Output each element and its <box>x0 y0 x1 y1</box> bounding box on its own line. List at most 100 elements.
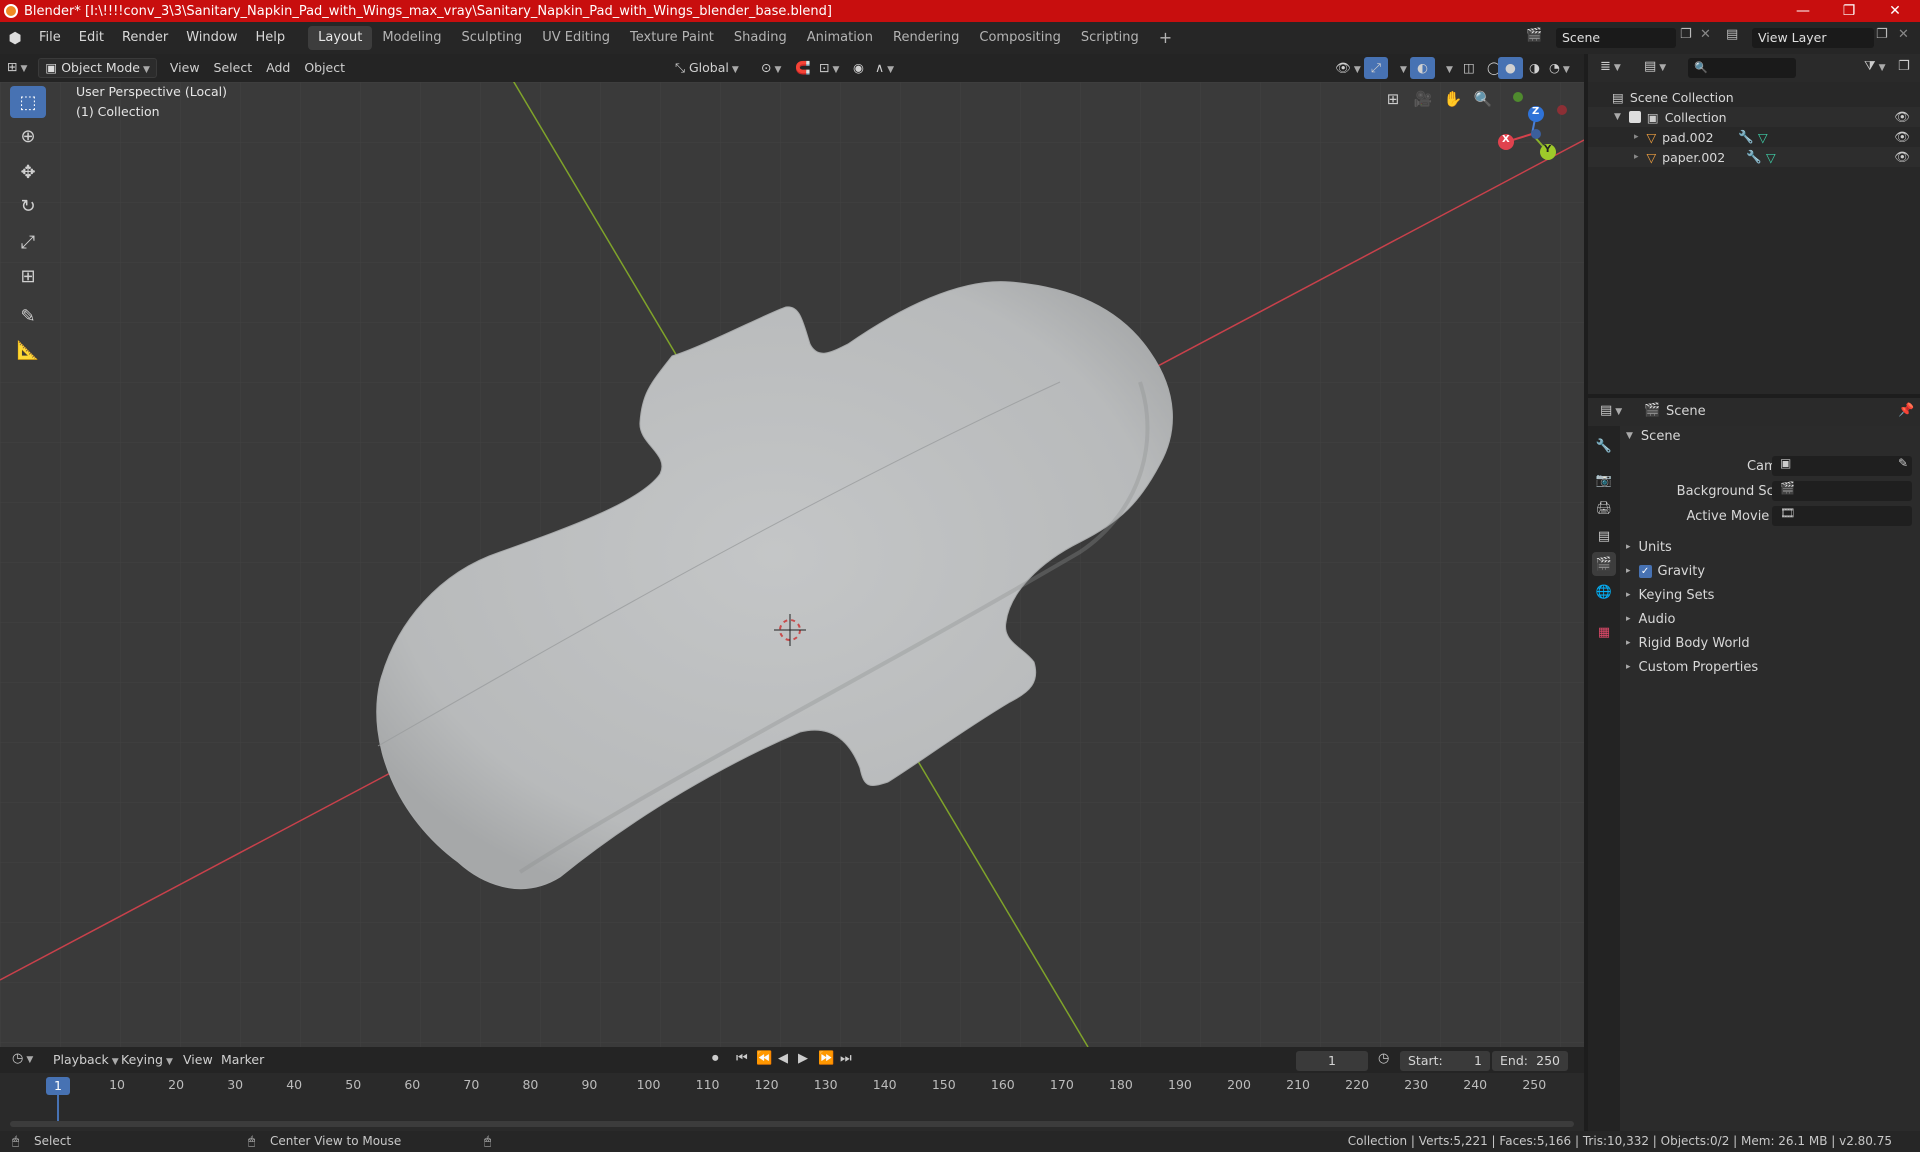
collection-expand-icon[interactable]: ▼ <box>1614 112 1621 122</box>
transform-tool-icon[interactable]: ⊞ <box>10 260 46 292</box>
audio-panel-header[interactable]: ▸ Audio <box>1622 607 1918 631</box>
annotate-tool-icon[interactable]: ✎ <box>10 300 46 332</box>
keying-menu[interactable]: Keying ▼ <box>114 1047 180 1075</box>
menu-help[interactable]: Help <box>247 22 295 54</box>
display-mode-icon[interactable]: ▤ ▼ <box>1644 59 1666 74</box>
scale-tool-icon[interactable]: ⤢ <box>10 226 46 258</box>
move-tool-icon[interactable]: ✥ <box>10 156 46 188</box>
end-frame-field[interactable]: End: 250 <box>1492 1051 1568 1071</box>
menu-file[interactable]: File <box>30 22 70 54</box>
camera-field[interactable]: ▣ ✎ <box>1772 456 1912 476</box>
menu-add[interactable]: Add <box>259 55 297 81</box>
rendered-shading-icon[interactable]: ◔ ▼ <box>1542 55 1577 83</box>
tab-texture-paint[interactable]: Texture Paint <box>620 26 724 50</box>
snap-target-icon[interactable]: ⊡ ▼ <box>812 55 846 83</box>
expand-icon[interactable]: ▸ <box>1634 132 1639 142</box>
jump-end-icon[interactable]: ⏭ <box>840 1051 852 1066</box>
delete-view-layer-icon[interactable]: ✕ <box>1898 27 1909 42</box>
menu-render[interactable]: Render <box>113 22 177 54</box>
outliner-row-scene-collection[interactable]: ▤ Scene Collection <box>1588 87 1920 107</box>
world-tab-icon[interactable]: 🌐 <box>1592 580 1616 604</box>
pivot-icon[interactable]: ⊙ ▼ <box>754 55 788 83</box>
properties-editor-type-icon[interactable]: ▤ ▼ <box>1600 403 1622 418</box>
timeline-editor-type-icon[interactable]: ◷ ▼ <box>12 1051 33 1066</box>
playhead-marker[interactable]: 1 <box>46 1077 70 1095</box>
custom-properties-panel-header[interactable]: ▸ Custom Properties <box>1622 655 1918 679</box>
tab-scripting[interactable]: Scripting <box>1071 26 1149 50</box>
scene-icon[interactable]: 🎬 <box>1526 28 1542 43</box>
visibility-icon[interactable]: 👁 ▼ <box>1328 55 1368 83</box>
tab-sculpting[interactable]: Sculpting <box>451 26 532 50</box>
select-box-tool-icon[interactable]: ⬚ <box>10 86 46 118</box>
current-frame-field[interactable]: 1 <box>1296 1051 1368 1071</box>
pan-hand-icon[interactable]: ✋ <box>1440 86 1466 112</box>
outliner-row-collection[interactable]: ▼ ▣ Collection 👁 <box>1588 107 1920 127</box>
rotate-tool-icon[interactable]: ↻ <box>10 190 46 222</box>
jump-keyframe-back-icon[interactable]: ⏪ <box>756 1051 772 1066</box>
cursor-tool-icon[interactable]: ⊕ <box>10 120 46 152</box>
tab-layout[interactable]: Layout <box>308 26 373 50</box>
units-panel-header[interactable]: ▸ Units <box>1622 535 1918 559</box>
background-scene-field[interactable]: 🎬 <box>1772 481 1912 501</box>
orientation-dropdown[interactable]: ⤡ Global ▼ <box>668 55 746 83</box>
falloff-icon[interactable]: ∧ ▼ <box>868 55 901 83</box>
editor-type-icon[interactable]: ⊞ ▼ <box>0 54 34 82</box>
record-icon[interactable]: ⏺ <box>712 1051 719 1066</box>
active-movie-clip-field[interactable]: 🎞 <box>1772 506 1912 526</box>
tab-uv-editing[interactable]: UV Editing <box>532 26 620 50</box>
outliner-row-paper[interactable]: ▸ ▽ paper.002 🔧 ▽ 👁 <box>1588 147 1920 167</box>
delete-scene-icon[interactable]: ✕ <box>1700 27 1711 42</box>
outliner-search-input[interactable]: 🔍 <box>1688 58 1796 78</box>
jump-keyframe-forward-icon[interactable]: ⏩ <box>818 1051 834 1066</box>
marker-menu[interactable]: Marker <box>214 1047 271 1073</box>
tab-shading[interactable]: Shading <box>724 26 797 50</box>
menu-window[interactable]: Window <box>177 22 246 54</box>
solid-shading-icon[interactable]: ● <box>1498 57 1523 79</box>
blender-menu-icon[interactable]: ⬢ <box>0 29 30 47</box>
texture-tab-icon[interactable]: ▦ <box>1592 620 1616 644</box>
tab-rendering[interactable]: Rendering <box>883 26 969 50</box>
collection-visibility-icon[interactable]: 👁 <box>1894 109 1910 125</box>
new-collection-icon[interactable]: ❐ <box>1898 59 1910 74</box>
tab-modeling[interactable]: Modeling <box>372 26 451 50</box>
start-frame-field[interactable]: Start: 1 <box>1400 1051 1490 1071</box>
timeline-scrollbar[interactable] <box>10 1121 1574 1127</box>
filter-icon[interactable]: ⧩ ▼ <box>1864 59 1886 74</box>
modifier-wrench-icon[interactable]: 🔧 <box>1738 129 1754 145</box>
expand-icon[interactable]: ▸ <box>1634 152 1639 162</box>
scene-tab-icon[interactable]: 🎬 <box>1592 552 1616 576</box>
tab-compositing[interactable]: Compositing <box>969 26 1071 50</box>
xray-icon[interactable]: ◫ <box>1456 55 1482 81</box>
view-layer-tab-icon[interactable]: ▤ <box>1592 524 1616 548</box>
gravity-checkbox[interactable]: ✓ <box>1638 564 1652 578</box>
outliner-row-pad[interactable]: ▸ ▽ pad.002 🔧 ▽ 👁 <box>1588 127 1920 147</box>
new-view-layer-icon[interactable]: ❐ <box>1876 27 1888 42</box>
play-icon[interactable]: ▶ <box>798 1051 808 1066</box>
menu-object[interactable]: Object <box>297 55 352 81</box>
play-reverse-icon[interactable]: ◀ <box>778 1051 788 1066</box>
scene-panel-header[interactable]: ▼ Scene <box>1622 424 1918 448</box>
mesh-data-icon[interactable]: ▽ <box>1766 150 1776 165</box>
add-workspace-button[interactable]: + <box>1149 26 1182 50</box>
overlay-toggle-icon[interactable]: ◐ <box>1410 57 1435 79</box>
gravity-panel-header[interactable]: ▸ ✓ Gravity <box>1622 559 1918 583</box>
minimize-button[interactable]: — <box>1780 0 1826 22</box>
mode-dropdown[interactable]: ▣ Object Mode ▼ <box>38 58 157 78</box>
modifier-wrench-icon[interactable]: 🔧 <box>1746 149 1762 165</box>
object-visibility-icon[interactable]: 👁 <box>1894 129 1910 145</box>
pin-icon[interactable]: 📌 <box>1898 403 1914 418</box>
object-visibility-icon[interactable]: 👁 <box>1894 149 1910 165</box>
eyedropper-icon[interactable]: ✎ <box>1898 456 1908 470</box>
preview-range-icon[interactable]: ◷ <box>1378 1051 1389 1066</box>
gizmo-toggle-icon[interactable]: ⤢ <box>1364 57 1389 79</box>
camera-view-icon[interactable]: 🎥 <box>1410 86 1436 112</box>
scene-selector[interactable]: Scene <box>1556 28 1676 48</box>
jump-start-icon[interactable]: ⏮ <box>736 1051 748 1066</box>
tab-animation[interactable]: Animation <box>797 26 883 50</box>
grid-view-icon[interactable]: ⊞ <box>1380 86 1406 112</box>
outliner-editor-type-icon[interactable]: ≣ ▼ <box>1600 59 1621 74</box>
menu-edit[interactable]: Edit <box>70 22 113 54</box>
keying-sets-panel-header[interactable]: ▸ Keying Sets <box>1622 583 1918 607</box>
tool-tab-icon[interactable]: 🔧 <box>1592 434 1616 458</box>
mesh-data-icon[interactable]: ▽ <box>1758 130 1768 145</box>
